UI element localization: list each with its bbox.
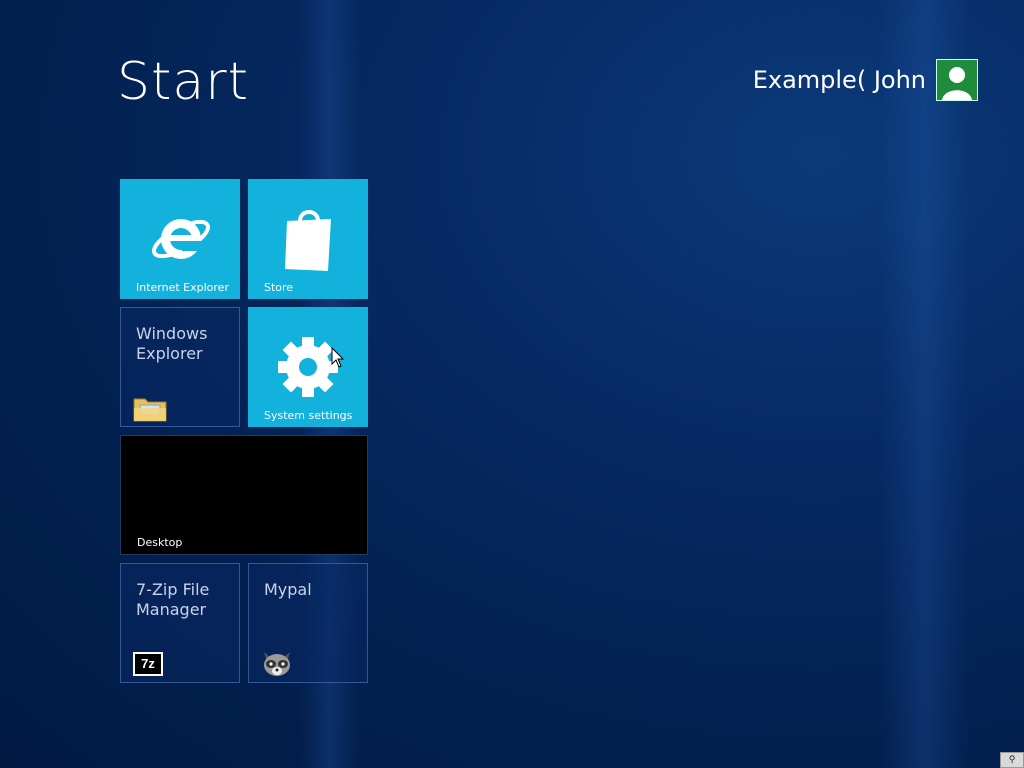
tile-system-settings[interactable]: System settings xyxy=(248,307,368,427)
background-streak xyxy=(880,0,970,768)
user-name: Example( John xyxy=(752,66,926,94)
gear-icon xyxy=(278,337,338,397)
tile-windows-explorer[interactable]: Windows Explorer xyxy=(120,307,240,427)
tile-mypal[interactable]: Mypal xyxy=(248,563,368,683)
7z-icon: 7z xyxy=(133,652,163,676)
7z-icon-text: 7z xyxy=(135,654,161,674)
mouse-cursor-icon xyxy=(331,347,345,368)
tile-label: System settings xyxy=(264,409,353,422)
raccoon-icon xyxy=(264,652,290,676)
user-icon xyxy=(937,60,977,100)
tile-label: Store xyxy=(264,281,294,294)
tile-label: 7-Zip File Manager xyxy=(136,580,210,619)
page-title: Start xyxy=(117,52,250,112)
tile-internet-explorer[interactable]: Internet Explorer xyxy=(120,179,240,299)
folder-icon xyxy=(133,398,167,422)
tile-store[interactable]: Store xyxy=(248,179,368,299)
avatar[interactable] xyxy=(936,59,978,101)
user-account[interactable]: Example( John xyxy=(752,59,978,101)
tile-desktop[interactable]: Desktop xyxy=(120,435,368,555)
shopping-bag-icon xyxy=(285,210,331,271)
tile-7zip[interactable]: 7-Zip File Manager 7z xyxy=(120,563,240,683)
tile-label: Internet Explorer xyxy=(136,281,229,294)
tile-label: Windows Explorer xyxy=(136,324,208,363)
network-status-icon[interactable]: ⚲ xyxy=(1000,752,1024,768)
tile-label: Mypal xyxy=(264,580,312,599)
internet-explorer-icon xyxy=(152,219,210,259)
tile-label: Desktop xyxy=(137,536,183,549)
